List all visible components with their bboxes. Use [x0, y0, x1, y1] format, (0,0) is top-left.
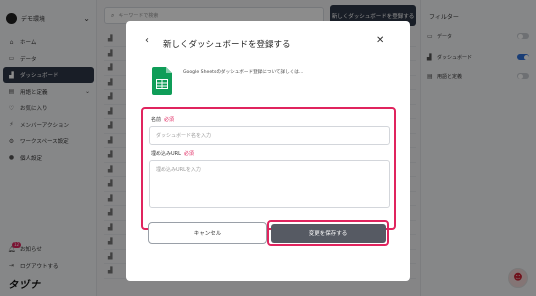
back-arrow-icon[interactable]: ‹	[145, 35, 149, 46]
google-sheets-icon	[152, 67, 172, 95]
register-form: 名前 必須 ダッシュボード名を入力 埋め込みURL 必須 埋め込みURLを入力	[141, 107, 396, 230]
save-button[interactable]: 変更を保存する	[270, 223, 386, 243]
cancel-button[interactable]: キャンセル	[148, 222, 267, 244]
close-icon[interactable]: ✕	[376, 35, 384, 46]
required-marker: 必須	[164, 117, 175, 123]
name-label: 名前 必須	[151, 116, 174, 123]
required-marker: 必須	[183, 151, 194, 157]
embed-url-field[interactable]: 埋め込みURLを入力	[149, 160, 390, 208]
save-button-highlight: 変更を保存する	[267, 220, 389, 246]
modal-title: 新しくダッシュボードを登録する	[163, 40, 291, 50]
name-label-text: 名前	[151, 117, 162, 123]
url-label: 埋め込みURL 必須	[151, 150, 194, 157]
name-placeholder: ダッシュボード名を入力	[156, 133, 212, 139]
name-field[interactable]: ダッシュボード名を入力	[149, 126, 390, 145]
url-placeholder: 埋め込みURLを入力	[156, 167, 201, 173]
register-dashboard-modal: ‹ 新しくダッシュボードを登録する ✕ Google Sheetsのダッシュボー…	[126, 21, 410, 281]
sheets-info-link[interactable]: Google Sheetsのダッシュボード登録について詳しくは…	[183, 69, 303, 75]
url-label-text: 埋め込みURL	[151, 151, 181, 157]
